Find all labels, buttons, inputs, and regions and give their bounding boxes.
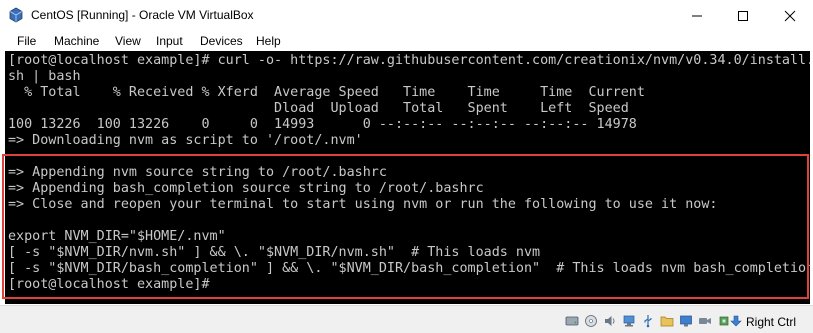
terminal-line: [ -s "$NVM_DIR/bash_completion" ] && \. … xyxy=(8,261,810,276)
terminal-line: => Appending nvm source string to /root/… xyxy=(8,165,387,180)
terminal-line: => Downloading nvm as script to '/root/.… xyxy=(8,133,363,148)
audio-icon[interactable] xyxy=(603,314,617,328)
virtualbox-window: CentOS [Running] - Oracle VM VirtualBox … xyxy=(0,0,813,333)
virtualbox-app-icon xyxy=(9,7,23,23)
minimize-button[interactable] xyxy=(674,0,720,31)
title-bar[interactable]: CentOS [Running] - Oracle VM VirtualBox xyxy=(0,0,813,31)
terminal-line: [root@localhost example]# curl -o- https… xyxy=(8,53,810,68)
maximize-button[interactable] xyxy=(720,0,766,31)
menu-input[interactable]: Input xyxy=(156,34,183,48)
terminal-line: Dload Upload Total Spent Left Speed xyxy=(8,101,629,116)
shared-folder-icon[interactable] xyxy=(660,314,674,328)
terminal-line: export NVM_DIR="$HOME/.nvm" xyxy=(8,229,226,244)
terminal-line: % Total % Received % Xferd Average Speed… xyxy=(8,85,645,100)
terminal-line: [ -s "$NVM_DIR/nvm.sh" ] && \. "$NVM_DIR… xyxy=(8,245,541,260)
network-icon[interactable] xyxy=(622,314,636,328)
terminal-prompt: [root@localhost example]# xyxy=(8,277,210,292)
vm-terminal-screen[interactable]: [root@localhost example]# curl -o- https… xyxy=(5,51,810,304)
hard-disk-icon[interactable] xyxy=(565,314,579,328)
window-title: CentOS [Running] - Oracle VM VirtualBox xyxy=(31,8,254,22)
terminal-line: sh | bash xyxy=(8,69,81,84)
usb-icon[interactable] xyxy=(641,314,655,328)
menu-devices[interactable]: Devices xyxy=(200,34,243,48)
video-capture-icon[interactable] xyxy=(698,314,712,328)
display-icon[interactable] xyxy=(679,314,693,328)
menu-view[interactable]: View xyxy=(115,34,141,48)
maximize-icon xyxy=(738,10,748,21)
terminal-line: => Appending bash_completion source stri… xyxy=(8,181,484,196)
menu-help[interactable]: Help xyxy=(256,34,281,48)
menu-bar: File Machine View Input Devices Help xyxy=(0,31,813,51)
terminal-line: => Close and reopen your terminal to sta… xyxy=(8,197,718,212)
menu-machine[interactable]: Machine xyxy=(54,34,99,48)
terminal-line: 100 13226 100 13226 0 0 14993 0 --:--:--… xyxy=(8,117,637,132)
keyboard-icon[interactable] xyxy=(729,314,743,328)
host-key-label: Right Ctrl xyxy=(746,315,797,329)
optical-disc-icon[interactable] xyxy=(584,314,598,328)
minimize-icon xyxy=(692,15,702,16)
close-icon xyxy=(784,10,796,21)
close-button[interactable] xyxy=(767,0,813,31)
menu-file[interactable]: File xyxy=(17,34,36,48)
status-bar: Right Ctrl xyxy=(0,305,813,333)
